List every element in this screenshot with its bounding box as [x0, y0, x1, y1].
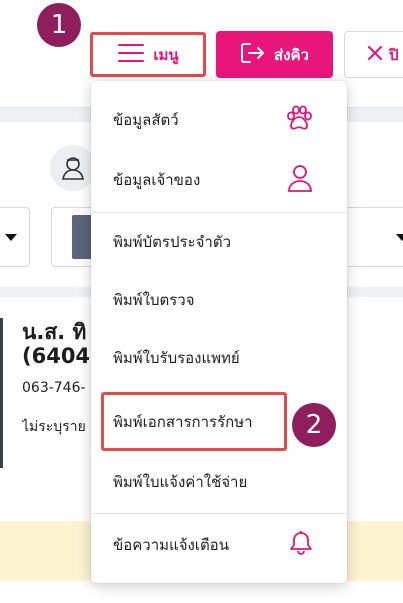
owner-card-accent [0, 318, 3, 468]
menu-item-label: พิมพ์ใบตรวจ [113, 291, 195, 309]
vet-icon-circle [50, 145, 96, 191]
menu-item-label: พิมพ์ใบรับรองแพทย์ [113, 349, 240, 367]
menu-item-pet-info[interactable]: ข้อมูลสัตว์ [91, 87, 347, 153]
hamburger-icon [117, 42, 145, 68]
close-label: ปิ [389, 45, 399, 64]
step-1-badge: 1 [37, 3, 81, 47]
chevron-down-icon [396, 234, 403, 241]
step-2-badge: 2 [292, 403, 336, 447]
menu-button-label: เมนู [153, 45, 179, 64]
send-queue-label: ส่งคิว [274, 45, 309, 64]
menu-item-print-medical-cert[interactable]: พิมพ์ใบรับรองแพทย์ [91, 329, 347, 387]
paw-icon [285, 105, 313, 135]
person-icon [287, 164, 313, 196]
menu-item-label: ข้อความแจ้งเตือน [113, 536, 229, 554]
menu-dropdown: ข้อมูลสัตว์ ข้อมูลเจ้าของ พิมพ์บัตรประจำ… [91, 81, 347, 583]
send-icon [240, 41, 266, 69]
menu-button[interactable]: เมนู [90, 32, 206, 77]
menu-item-print-invoice[interactable]: พิมพ์ใบแจ้งค่าใช้จ่าย [91, 453, 347, 511]
menu-item-label: พิมพ์ใบแจ้งค่าใช้จ่าย [113, 473, 248, 491]
menu-item-print-exam[interactable]: พิมพ์ใบตรวจ [91, 271, 347, 329]
menu-item-label: ข้อมูลเจ้าของ [113, 171, 201, 189]
send-queue-button[interactable]: ส่งคิว [216, 31, 333, 78]
owner-name: น.ส. ทิ (6404 [22, 320, 91, 368]
status-select[interactable] [340, 207, 403, 267]
bell-icon [289, 530, 313, 560]
close-button[interactable]: ปิ [344, 31, 403, 78]
bottom-strip [0, 581, 403, 603]
menu-item-owner-info[interactable]: ข้อมูลเจ้าของ [91, 153, 347, 207]
pet-select[interactable] [0, 207, 30, 267]
menu-item-label: พิมพ์เอกสารการรักษา [113, 413, 253, 431]
chevron-down-icon [5, 234, 17, 241]
owner-note: ไม่ระบุราย [22, 419, 86, 435]
menu-item-print-id-card[interactable]: พิมพ์บัตรประจำตัว [91, 213, 347, 271]
menu-item-label: พิมพ์บัตรประจำตัว [113, 233, 231, 251]
menu-item-notifications[interactable]: ข้อความแจ้งเตือน [91, 514, 347, 576]
close-icon [367, 45, 383, 65]
owner-phone: 063-746- [22, 380, 86, 396]
menu-item-label: ข้อมูลสัตว์ [113, 111, 179, 129]
doctor-icon [62, 157, 84, 180]
